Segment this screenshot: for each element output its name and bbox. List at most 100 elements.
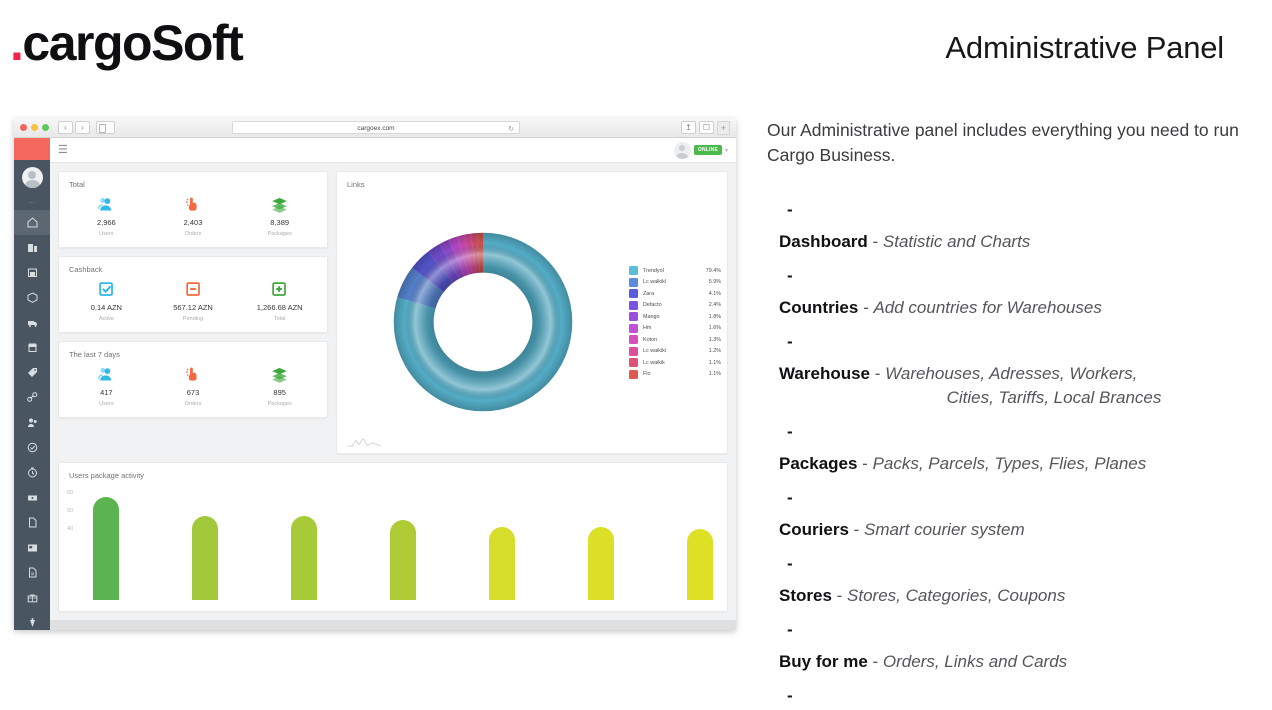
stat-label: Users bbox=[99, 231, 114, 238]
warehouse-icon bbox=[27, 268, 37, 277]
feature-desc: Orders, Links and Cards bbox=[882, 652, 1068, 672]
sidebar-item-building[interactable] bbox=[14, 235, 50, 260]
legend-item[interactable]: Koton 1.3% bbox=[629, 335, 721, 345]
hamburger-icon[interactable]: ☰ bbox=[58, 144, 68, 156]
feature-term: Buy for me bbox=[779, 652, 868, 672]
check-card-icon bbox=[99, 282, 113, 296]
page-scroll-strip bbox=[50, 620, 736, 630]
sparkline-icon bbox=[347, 438, 381, 447]
plus-icon[interactable]: + bbox=[717, 120, 730, 135]
feature-term: Stores bbox=[779, 586, 832, 606]
ticket-icon bbox=[27, 495, 37, 501]
share-icon[interactable]: ↥ bbox=[681, 121, 696, 134]
stat-label: Total bbox=[273, 316, 286, 323]
donut-chart bbox=[337, 227, 629, 417]
bar[interactable] bbox=[489, 527, 515, 601]
stat-value: 0.14 AZN bbox=[90, 303, 122, 313]
bullet-dash: - bbox=[787, 422, 793, 442]
chevron-left-icon[interactable]: ‹ bbox=[58, 121, 73, 134]
click-icon bbox=[185, 197, 197, 211]
clock-icon bbox=[27, 467, 37, 478]
stat-users: 2,966 Users bbox=[63, 193, 150, 237]
sidebar-item-package[interactable] bbox=[14, 285, 50, 310]
window-controls[interactable] bbox=[20, 124, 49, 131]
reload-icon[interactable]: ↻ bbox=[508, 123, 514, 136]
bar[interactable] bbox=[687, 528, 713, 601]
feature-item: - Warehouse - Warehouses, Adresses, Work… bbox=[767, 322, 1269, 409]
chevron-down-icon[interactable]: ▾ bbox=[725, 147, 728, 154]
sidebar-item-users[interactable] bbox=[14, 410, 50, 435]
stat-value: 673 bbox=[186, 388, 200, 398]
legend-value: 1.3% bbox=[708, 336, 721, 343]
sidebar-item-warehouse[interactable] bbox=[14, 260, 50, 285]
users-icon bbox=[97, 197, 112, 211]
legend-item[interactable]: Mango 1.8% bbox=[629, 312, 721, 322]
sidebar-item-gift[interactable] bbox=[14, 585, 50, 610]
avatar-icon[interactable] bbox=[21, 166, 43, 188]
sidebar-item-store[interactable] bbox=[14, 335, 50, 360]
bar[interactable] bbox=[390, 519, 416, 601]
link-icon bbox=[26, 392, 37, 402]
legend-value: 1.6% bbox=[708, 325, 721, 332]
donut-chart-svg bbox=[391, 231, 575, 414]
legend-value: 1.2% bbox=[708, 348, 721, 355]
sidebar-toggle-icon[interactable] bbox=[96, 121, 115, 134]
tabs-icon[interactable]: ☐ bbox=[699, 121, 714, 134]
sidebar-item-file[interactable] bbox=[14, 510, 50, 535]
bar[interactable] bbox=[588, 527, 614, 601]
dashboard-upper-row: Total 2,966 Users 2,403 Orders 8,389 Packages… bbox=[58, 171, 728, 455]
legend-value: 2.4% bbox=[708, 302, 721, 309]
chevron-right-icon[interactable]: › bbox=[75, 121, 90, 134]
user-menu[interactable]: ONLINE ▾ bbox=[673, 141, 728, 159]
sidebar-item-page[interactable] bbox=[14, 560, 50, 585]
bar[interactable] bbox=[291, 516, 317, 601]
dashboard: Total 2,966 Users 2,403 Orders 8,389 Packages… bbox=[50, 163, 736, 620]
minimize-window-button[interactable] bbox=[31, 124, 38, 131]
legend-item[interactable]: Lc waikik 1.1% bbox=[629, 358, 721, 368]
legend-label: Hm bbox=[643, 325, 652, 332]
feature-separator: - bbox=[857, 453, 873, 473]
bar[interactable] bbox=[192, 516, 218, 601]
bar[interactable] bbox=[93, 496, 119, 601]
legend-swatch bbox=[629, 369, 638, 379]
legend-item[interactable]: Lc waikiki 1.2% bbox=[629, 346, 721, 356]
legend-item[interactable]: Zara 4.1% bbox=[629, 289, 721, 299]
brand-dot: . bbox=[10, 15, 24, 71]
maximize-window-button[interactable] bbox=[42, 124, 49, 131]
sidebar-item-ticket[interactable] bbox=[14, 485, 50, 510]
legend-item[interactable]: Lc walkikl 5.9% bbox=[629, 277, 721, 287]
sidebar-item-truck[interactable] bbox=[14, 310, 50, 335]
legend-label: Lc waikik bbox=[643, 359, 665, 366]
stat-orders: 2,403 Orders bbox=[150, 193, 237, 237]
legend-item[interactable]: Defacto 2.4% bbox=[629, 300, 721, 310]
card-cashback: Cashback 0.14 AZN Active 567.12 AZN Pending… bbox=[58, 256, 328, 334]
sidebar-item-translate[interactable] bbox=[14, 610, 50, 630]
stat-value: 8,389 bbox=[270, 218, 290, 228]
news-icon bbox=[27, 544, 37, 552]
legend-item[interactable]: Hm 1.6% bbox=[629, 323, 721, 333]
sidebar-item-link[interactable] bbox=[14, 385, 50, 410]
y-tick-label: 50 bbox=[67, 508, 74, 515]
sidebar-item-tag[interactable] bbox=[14, 360, 50, 385]
avatar-icon[interactable] bbox=[673, 141, 691, 159]
sidebar-item-news[interactable] bbox=[14, 535, 50, 560]
sidebar-item-home[interactable] bbox=[14, 210, 50, 235]
feature-desc: Statistic and Charts bbox=[882, 231, 1031, 251]
legend-item[interactable]: Flo 1.1% bbox=[629, 369, 721, 379]
sidebar-item-badge[interactable] bbox=[14, 435, 50, 460]
legend-swatch bbox=[629, 323, 638, 333]
stat-active: 0.14 AZN Active bbox=[63, 278, 150, 322]
stat-row: 417 Users 673 Orders 895 Packages bbox=[59, 361, 327, 417]
close-window-button[interactable] bbox=[20, 124, 27, 131]
home-icon bbox=[27, 217, 37, 228]
url-input[interactable]: cargoex.com ↻ bbox=[232, 121, 520, 134]
tag-icon bbox=[27, 368, 37, 377]
feature-desc-line2: Cities, Tariffs, Local Brances bbox=[946, 387, 1162, 407]
legend-item[interactable]: Trendyol 79.4% bbox=[629, 266, 721, 276]
sidebar-avatar-wrap[interactable] bbox=[14, 160, 50, 194]
feature-item: - Packages - Packs, Parcels, Types, Flie… bbox=[767, 412, 1269, 476]
stat-pending: 567.12 AZN Pending bbox=[150, 278, 237, 322]
stat-label: Active bbox=[98, 316, 114, 323]
sidebar-item-clock[interactable] bbox=[14, 460, 50, 485]
package-icon bbox=[27, 292, 37, 303]
